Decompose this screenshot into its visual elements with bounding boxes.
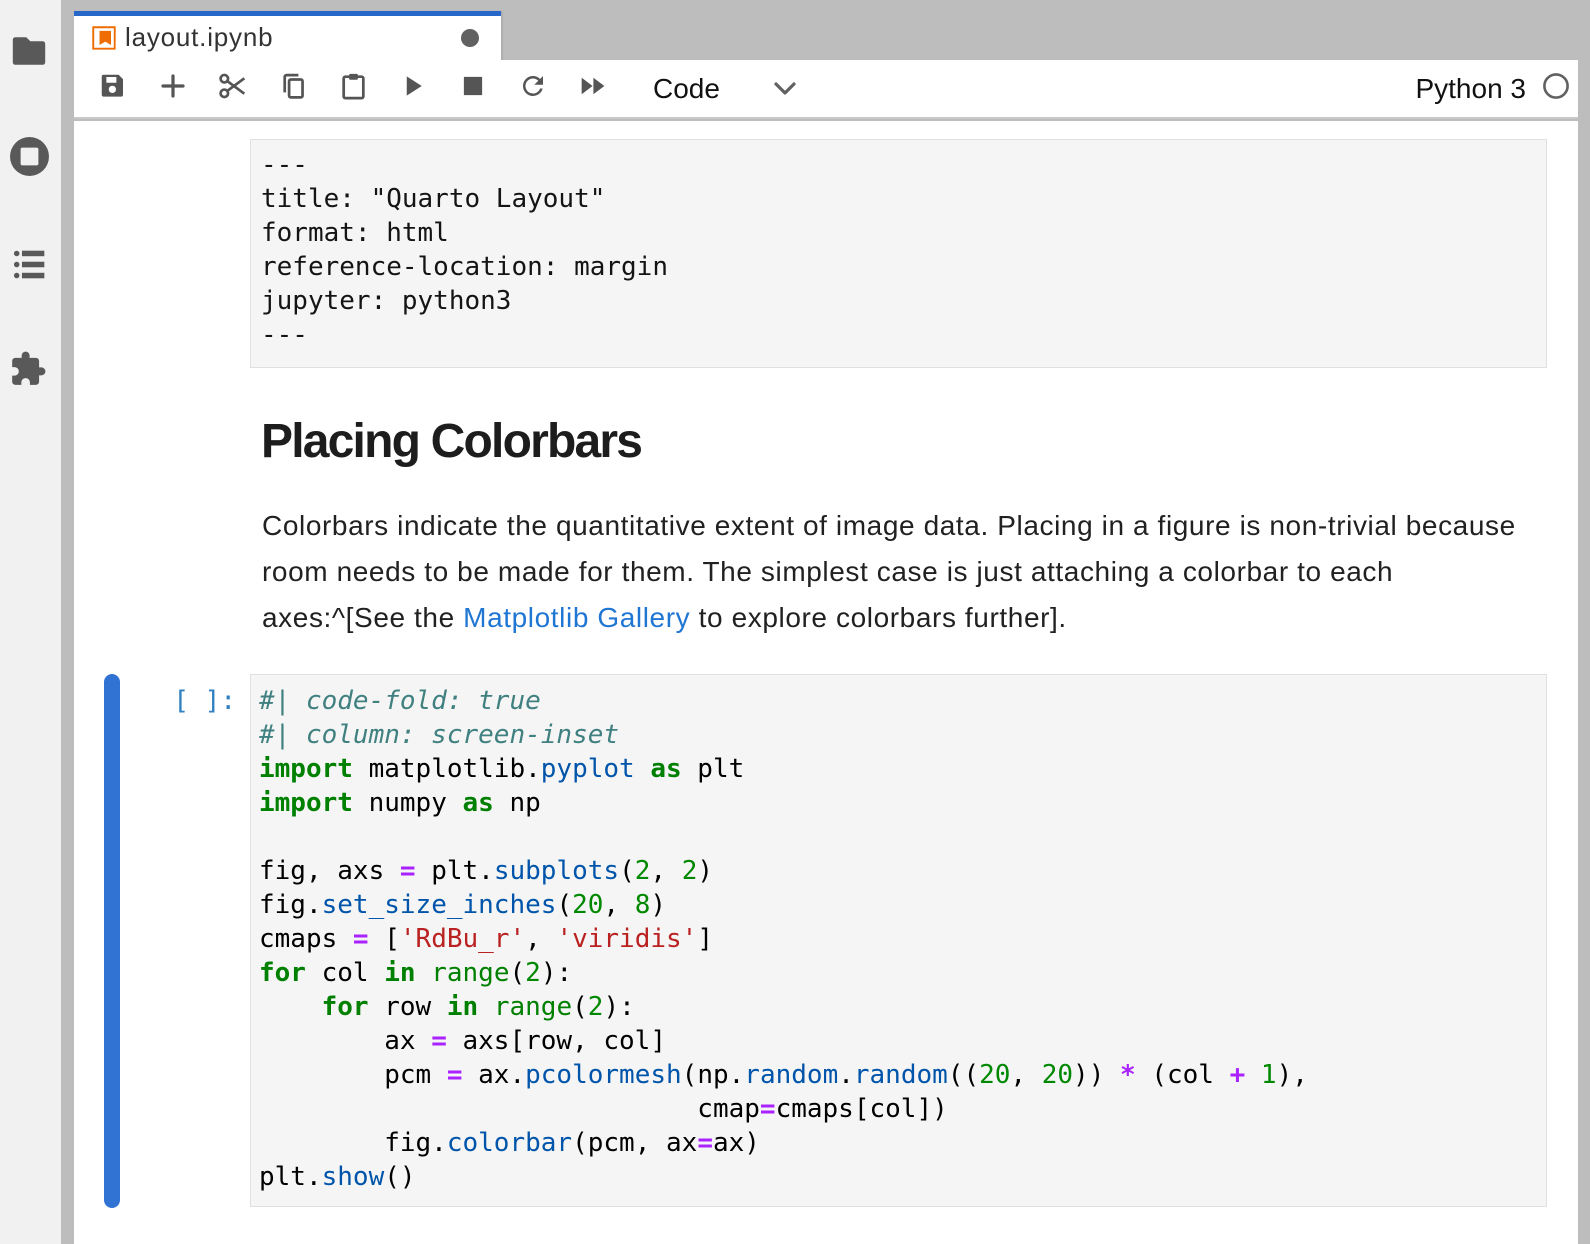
copy-icon — [278, 71, 309, 107]
kernel-name: Python 3 — [1415, 73, 1526, 105]
stop-icon — [458, 71, 488, 106]
restart-icon — [518, 71, 548, 106]
save-icon — [98, 71, 128, 106]
fast-forward-icon — [577, 70, 609, 107]
markdown-heading: Placing Colorbars — [261, 414, 641, 469]
code-line: import matplotlib.pyplot as plt — [259, 752, 1546, 786]
paragraph-line: room needs to be made for them. The simp… — [262, 549, 1516, 595]
sidebar-item-extension-manager[interactable] — [8, 349, 48, 389]
code-line: cmap=cmaps[col]) — [259, 1092, 1546, 1126]
folder-icon — [11, 36, 47, 66]
restart-kernel-button[interactable] — [503, 61, 563, 117]
toolbar-buttons — [83, 61, 623, 117]
notebook-icon — [90, 24, 118, 52]
toc-icon — [13, 250, 45, 279]
sidebar-item-running-kernels[interactable] — [9, 136, 49, 176]
puzzle-icon — [9, 350, 47, 388]
code-line: for col in range(2): — [259, 956, 1546, 990]
code-line: fig, axs = plt.subplots(2, 2) — [259, 854, 1546, 888]
copy-cell-button[interactable] — [263, 61, 323, 117]
markdown-paragraph: Colorbars indicate the quantitative exte… — [262, 503, 1516, 641]
paste-icon — [338, 71, 369, 107]
cell-type-value: Code — [653, 73, 720, 105]
plus-icon — [157, 70, 189, 107]
paste-cell-button[interactable] — [323, 61, 383, 117]
save-button[interactable] — [83, 61, 143, 117]
code-line: #| code-fold: true — [259, 684, 1546, 718]
raw-cell-line: title: "Quarto Layout" — [261, 182, 1546, 216]
code-line: for row in range(2): — [259, 990, 1546, 1024]
sidebar-item-file-browser[interactable] — [9, 31, 49, 71]
code-line: pcm = ax.pcolormesh(np.random.random((20… — [259, 1058, 1546, 1092]
cell-collapser[interactable] — [104, 674, 120, 1208]
raw-cell-line: --- — [261, 148, 1546, 182]
run-icon — [398, 71, 428, 106]
code-line: fig.set_size_inches(20, 8) — [259, 888, 1546, 922]
code-line: import numpy as np — [259, 786, 1546, 820]
code-line: #| column: screen-inset — [259, 718, 1546, 752]
run-cell-button[interactable] — [383, 61, 443, 117]
cell-input-prompt: [ ]: — [105, 684, 236, 718]
notebook-content: ---title: "Quarto Layout"format: htmlref… — [74, 121, 1578, 1244]
kernel-status-icon — [1542, 72, 1570, 105]
raw-cell-line: format: html — [261, 216, 1546, 250]
activity-bar — [0, 0, 61, 1244]
code-line: ax = axs[row, col] — [259, 1024, 1546, 1058]
matplotlib-gallery-link[interactable]: Matplotlib Gallery — [463, 602, 690, 633]
code-line — [259, 820, 1546, 854]
insert-cell-button[interactable] — [143, 61, 203, 117]
raw-cell-editor[interactable]: ---title: "Quarto Layout"format: htmlref… — [250, 139, 1547, 368]
running-icon — [9, 136, 50, 177]
raw-cell-line: jupyter: python3 — [261, 284, 1546, 318]
raw-cell-line: --- — [261, 318, 1546, 352]
unsaved-changes-icon — [461, 29, 479, 47]
kernel-indicator[interactable]: Python 3 — [1415, 72, 1570, 105]
cut-cell-button[interactable] — [203, 61, 263, 117]
sidebar-item-table-of-contents[interactable] — [9, 244, 49, 284]
restart-run-all-button[interactable] — [563, 61, 623, 117]
paragraph-line: axes:^[See the Matplotlib Gallery to exp… — [262, 595, 1516, 641]
notebook-toolbar: Code Python 3 — [74, 60, 1578, 119]
cut-icon — [217, 70, 249, 107]
code-line: plt.show() — [259, 1160, 1546, 1194]
chevron-down-icon — [773, 82, 797, 96]
tab-title: layout.ipynb — [125, 22, 273, 53]
raw-cell-line: reference-location: margin — [261, 250, 1546, 284]
code-cell-editor[interactable]: #| code-fold: true#| column: screen-inse… — [250, 674, 1547, 1207]
code-line: cmaps = ['RdBu_r', 'viridis'] — [259, 922, 1546, 956]
cell-type-dropdown[interactable]: Code — [653, 73, 797, 105]
code-line: fig.colorbar(pcm, ax=ax) — [259, 1126, 1546, 1160]
paragraph-line: Colorbars indicate the quantitative exte… — [262, 503, 1516, 549]
tab-layout-ipynb[interactable]: layout.ipynb — [74, 11, 501, 60]
interrupt-kernel-button[interactable] — [443, 61, 503, 117]
